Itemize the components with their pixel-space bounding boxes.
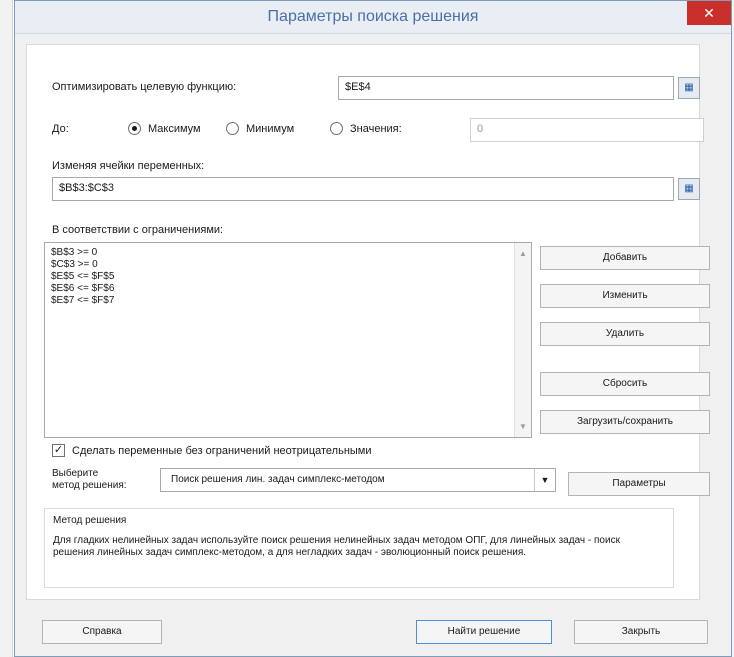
cell-reference-icon[interactable]: ▦ (678, 77, 700, 99)
close-button[interactable]: Закрыть (574, 620, 708, 644)
method-label-line2: метод решения: (52, 480, 127, 491)
method-info-title: Метод решения (53, 515, 127, 526)
solve-button[interactable]: Найти решение (416, 620, 552, 644)
value-input[interactable]: 0 (470, 118, 704, 142)
scroll-up-icon[interactable]: ▲ (519, 249, 527, 258)
params-button[interactable]: Параметры (568, 472, 710, 496)
spreadsheet-background-left (0, 0, 13, 657)
list-scrollbar[interactable]: ▲ ▼ (514, 243, 531, 437)
radio-value[interactable] (330, 122, 343, 135)
list-item[interactable]: $E$7 <= $F$7 (51, 295, 525, 307)
scroll-down-icon[interactable]: ▼ (519, 422, 527, 431)
method-info-group: Метод решения Для гладких нелинейных зад… (44, 508, 674, 588)
constraints-list[interactable]: $B$3 >= 0 $C$3 >= 0 $E$5 <= $F$5 $E$6 <=… (44, 242, 532, 438)
method-info-description: Для гладких нелинейных задач используйте… (53, 535, 620, 558)
variables-input[interactable]: $B$3:$C$3 (52, 177, 674, 201)
reset-button[interactable]: Сбросить (540, 372, 710, 396)
radio-maximum-label: Максимум (148, 123, 201, 135)
nonneg-label: Сделать переменные без ограничений неотр… (72, 445, 372, 457)
title-bar: Параметры поиска решения ✕ (15, 1, 731, 34)
to-label: До: (52, 123, 69, 135)
close-icon[interactable]: ✕ (687, 1, 731, 25)
delete-button[interactable]: Удалить (540, 322, 710, 346)
help-button[interactable]: Справка (42, 620, 162, 644)
objective-input[interactable]: $E$4 (338, 76, 674, 100)
dialog-title: Параметры поиска решения (267, 8, 479, 25)
radio-value-label: Значения: (350, 123, 402, 135)
add-button[interactable]: Добавить (540, 246, 710, 270)
list-item[interactable]: $B$3 >= 0 (51, 247, 525, 259)
chevron-down-icon[interactable]: ▼ (534, 469, 555, 491)
method-select[interactable]: Поиск решения лин. задач симплекс-методо… (160, 468, 556, 492)
method-label-line1: Выберите (52, 468, 99, 479)
method-select-value: Поиск решения лин. задач симплекс-методо… (171, 474, 385, 485)
list-item[interactable]: $E$6 <= $F$6 (51, 283, 525, 295)
objective-label: Оптимизировать целевую функцию: (52, 81, 237, 93)
load-save-button[interactable]: Загрузить/сохранить (540, 410, 710, 434)
cell-reference-icon[interactable]: ▦ (678, 178, 700, 200)
nonneg-checkbox[interactable]: ✓ (52, 444, 65, 457)
variables-label: Изменяя ячейки переменных: (52, 160, 205, 172)
list-item[interactable]: $E$5 <= $F$5 (51, 271, 525, 283)
radio-minimum-label: Минимум (246, 123, 295, 135)
radio-maximum[interactable] (128, 122, 141, 135)
constraints-label: В соответствии с ограничениями: (52, 224, 224, 236)
radio-minimum[interactable] (226, 122, 239, 135)
list-item[interactable]: $C$3 >= 0 (51, 259, 525, 271)
change-button[interactable]: Изменить (540, 284, 710, 308)
